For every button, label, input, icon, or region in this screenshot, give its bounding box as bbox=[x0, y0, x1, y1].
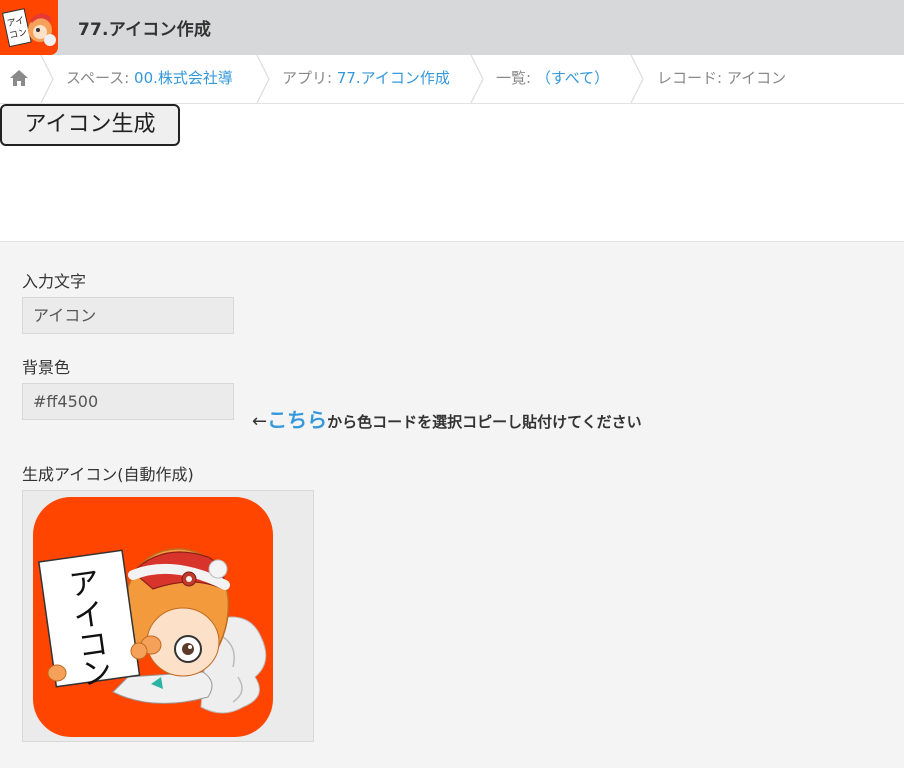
left-arrow-icon: ← bbox=[252, 411, 268, 432]
bg-color-field: #ff4500 bbox=[22, 383, 234, 420]
breadcrumb-separator bbox=[256, 55, 270, 103]
breadcrumb-space-link[interactable]: 00.株式会社導 bbox=[134, 69, 233, 87]
breadcrumb: スペース: 00.株式会社導 アプリ: 77.アイコン作成 一覧: （すべて） … bbox=[0, 55, 904, 104]
input-text-label: 入力文字 bbox=[22, 272, 87, 291]
breadcrumb-list-label: 一覧: bbox=[496, 69, 536, 87]
breadcrumb-space-label: スペース: bbox=[66, 69, 135, 87]
mascot-sign-icon: ア イ コ ン bbox=[33, 497, 273, 737]
breadcrumb-list-link[interactable]: （すべて） bbox=[536, 69, 609, 87]
breadcrumb-space[interactable]: スペース: 00.株式会社導 bbox=[66, 55, 233, 103]
app-icon[interactable]: アイ コン bbox=[0, 0, 58, 55]
app-title: 77.アイコン作成 bbox=[78, 20, 212, 40]
record-toolbar: アイコン生成 bbox=[0, 104, 904, 242]
color-hint: ←こちらから色コードを選択コピーし貼付けてください bbox=[252, 404, 642, 433]
bg-color-label: 背景色 bbox=[22, 358, 71, 377]
svg-text:ン: ン bbox=[80, 654, 115, 693]
breadcrumb-record: レコード: アイコン bbox=[657, 69, 787, 87]
breadcrumb-app-link[interactable]: 77.アイコン作成 bbox=[337, 69, 450, 87]
generate-icon-button[interactable]: アイコン生成 bbox=[0, 104, 180, 146]
generated-icon-field: ア イ コ ン bbox=[22, 490, 314, 742]
breadcrumb-separator bbox=[40, 55, 54, 103]
generated-icon-label: 生成アイコン(自動作成) bbox=[22, 465, 194, 484]
app-header: アイ コン 77.アイコン作成 bbox=[0, 0, 904, 55]
home-icon[interactable] bbox=[8, 67, 30, 89]
breadcrumb-app-label: アプリ: bbox=[282, 69, 337, 87]
breadcrumb-separator bbox=[470, 55, 484, 103]
breadcrumb-separator bbox=[630, 55, 644, 103]
breadcrumb-app[interactable]: アプリ: 77.アイコン作成 bbox=[282, 55, 450, 103]
input-text-field: アイコン bbox=[22, 297, 234, 334]
breadcrumb-list[interactable]: 一覧: （すべて） bbox=[496, 55, 609, 103]
color-hint-text: から色コードを選択コピーし貼付けてください bbox=[327, 413, 642, 431]
color-picker-link[interactable]: こちら bbox=[267, 408, 327, 432]
